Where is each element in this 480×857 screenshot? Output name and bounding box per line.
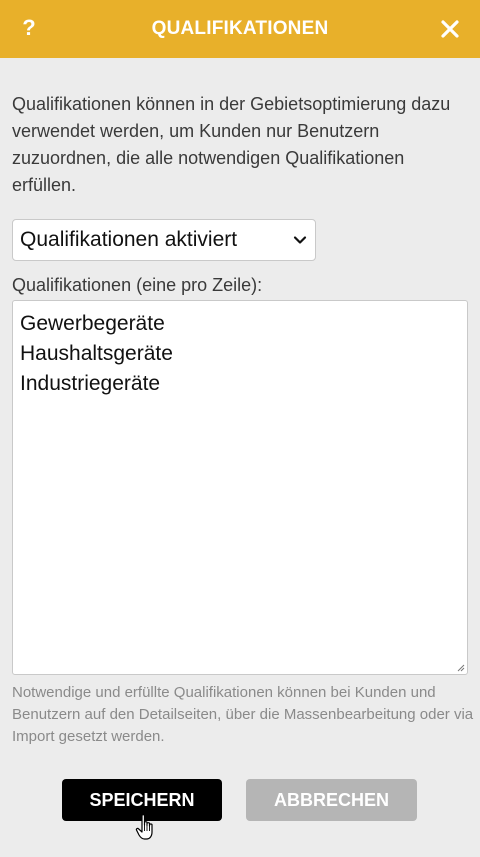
chevron-down-icon [293,236,307,244]
qualification-line: Industriegeräte [20,372,161,395]
qualifications-mode-select[interactable]: Qualifikationen aktiviert [12,219,316,261]
dialog-title: QUALIFIKATIONEN [151,18,329,39]
hand-pointer-icon [135,814,153,840]
qualifications-label: Qualifikationen (eine pro Zeile): [12,275,263,295]
resize-handle-icon[interactable] [456,663,465,672]
qualification-line: Haushaltsgeräte [20,342,173,365]
select-value: Qualifikationen aktiviert [20,228,238,251]
qualifications-textarea[interactable]: Gewerbegeräte Haushaltsgeräte Industrieg… [12,300,468,675]
description-text: Qualifikationen können in der Gebietsopt… [12,94,451,195]
dialog-header: ? QUALIFIKATIONEN [0,0,480,58]
close-icon[interactable] [438,17,462,41]
qualification-line: Gewerbegeräte [20,312,165,335]
cancel-button[interactable]: ABBRECHEN [246,779,417,821]
help-icon[interactable]: ? [18,14,40,42]
hint-text: Notwendige und erfüllte Qualifikationen … [12,684,474,745]
